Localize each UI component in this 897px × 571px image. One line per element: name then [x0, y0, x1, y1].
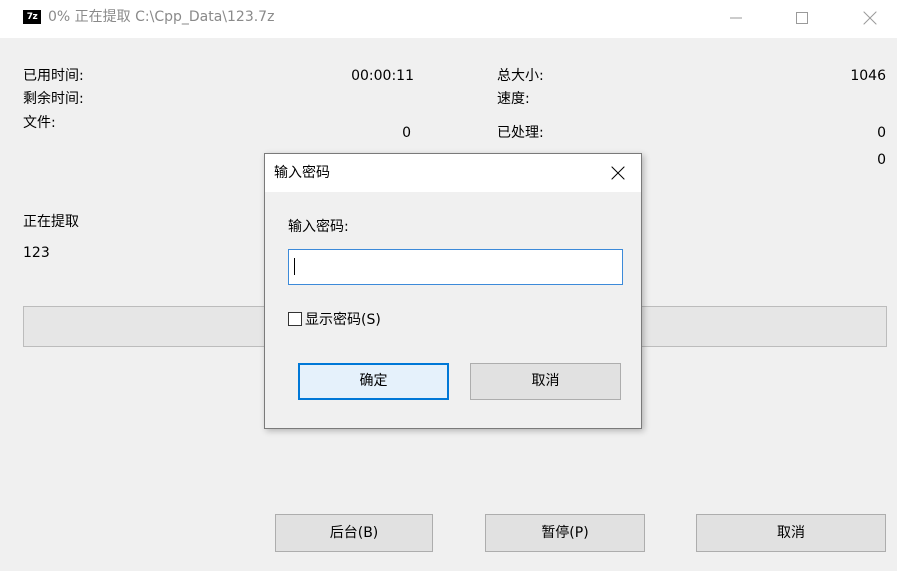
- elapsed-time-value: 00:00:11: [351, 68, 414, 84]
- files-label: 文件:: [23, 115, 56, 131]
- close-icon: [863, 11, 877, 25]
- password-dialog: 输入密码 输入密码: 显示密码(S) 确定 取消: [264, 153, 642, 429]
- close-icon: [611, 166, 625, 180]
- maximize-button[interactable]: [779, 0, 825, 36]
- checkbox-box[interactable]: [288, 312, 302, 326]
- text-caret: [294, 258, 295, 275]
- cancel-button[interactable]: 取消: [696, 514, 886, 552]
- maximize-icon: [796, 12, 808, 24]
- close-button[interactable]: [847, 0, 893, 36]
- password-prompt-label: 输入密码:: [288, 219, 349, 235]
- minimize-icon: [730, 17, 742, 19]
- current-item-name: 123: [23, 245, 50, 261]
- minimize-button[interactable]: [713, 0, 759, 36]
- total-size-value: 1046: [850, 68, 886, 84]
- ok-button[interactable]: 确定: [298, 363, 449, 400]
- processed-label: 已处理:: [497, 125, 544, 141]
- pause-button[interactable]: 暂停(P): [485, 514, 645, 552]
- total-size-label: 总大小:: [497, 68, 544, 84]
- elapsed-time-label: 已用时间:: [23, 68, 84, 84]
- dialog-close-button[interactable]: [595, 154, 641, 192]
- password-input[interactable]: [288, 249, 623, 285]
- extract-progress-window: 7z 0% 正在提取 C:\Cpp_Data\123.7z 已用时间: 00:0…: [0, 0, 897, 571]
- remaining-time-label: 剩余时间:: [23, 91, 84, 107]
- files-value: 0: [402, 125, 411, 141]
- dialog-cancel-button[interactable]: 取消: [470, 363, 621, 400]
- speed-label: 速度:: [497, 91, 530, 107]
- dialog-title-bar[interactable]: 输入密码: [265, 154, 641, 192]
- app-7z-icon: 7z: [23, 10, 41, 24]
- current-action-label: 正在提取: [23, 214, 79, 230]
- window-title: 0% 正在提取 C:\Cpp_Data\123.7z: [48, 9, 275, 25]
- show-password-label[interactable]: 显示密码(S): [305, 311, 381, 329]
- processed-value: 0: [877, 125, 886, 141]
- background-button[interactable]: 后台(B): [275, 514, 433, 552]
- title-bar[interactable]: 7z 0% 正在提取 C:\Cpp_Data\123.7z: [0, 0, 897, 38]
- dialog-title: 输入密码: [274, 165, 330, 181]
- compressed-size-value: 0: [877, 152, 886, 168]
